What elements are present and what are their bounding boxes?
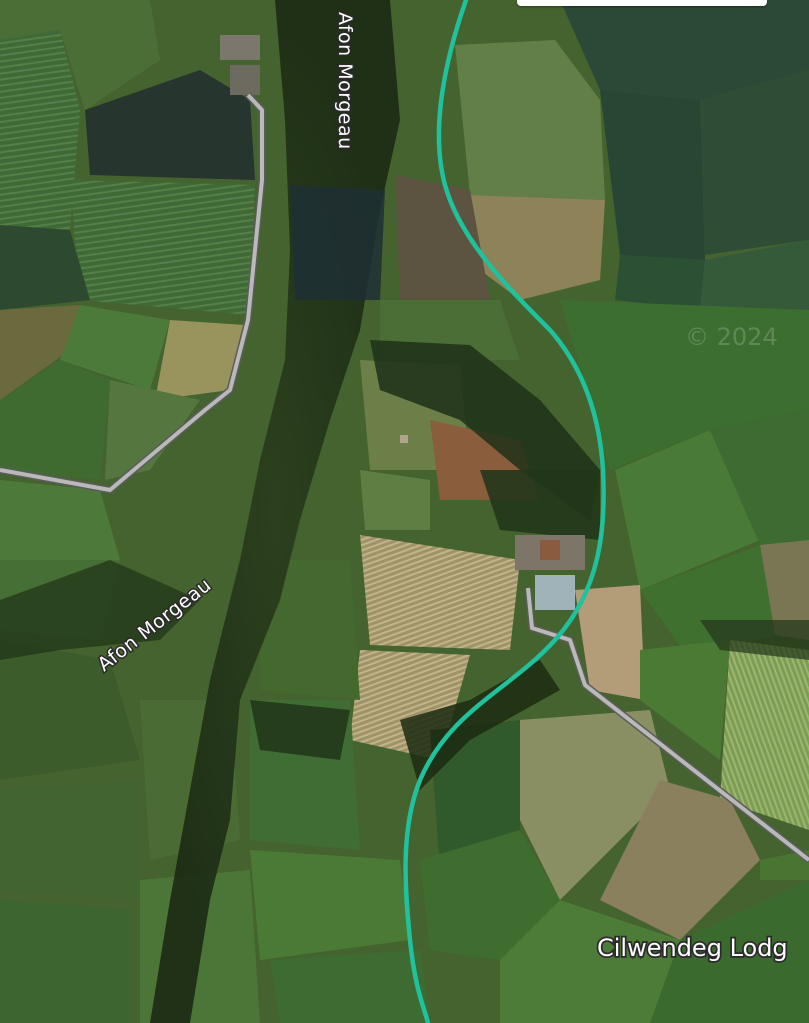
search-bar-edge[interactable]: [517, 0, 767, 6]
satellite-map[interactable]: © 2024 Afon Morgeau Afon Morgeau Cilwend…: [0, 0, 809, 1023]
copyright-watermark: © 2024: [685, 323, 778, 351]
place-label[interactable]: Cilwendeg Lodg: [595, 932, 789, 964]
river-label-north: Afon Morgeau: [334, 12, 356, 150]
map-canvas[interactable]: © 2024 Afon Morgeau Afon Morgeau Cilwend…: [0, 0, 809, 1023]
